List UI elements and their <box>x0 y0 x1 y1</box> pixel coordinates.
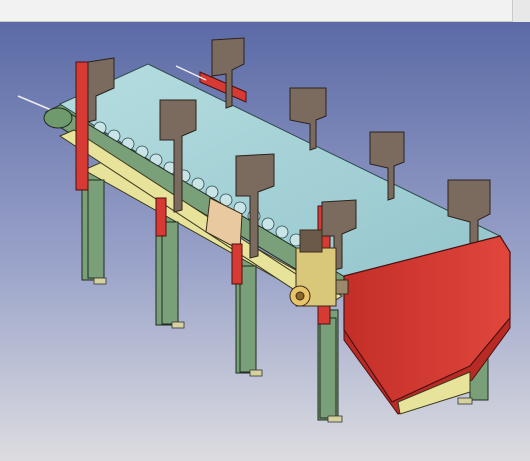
window-top-right-control[interactable] <box>512 0 530 22</box>
cad-3d-viewport[interactable] <box>0 22 530 461</box>
tail-roller <box>43 107 73 129</box>
conveyor-assembly-model <box>0 22 530 461</box>
window-top-bar <box>0 0 530 22</box>
